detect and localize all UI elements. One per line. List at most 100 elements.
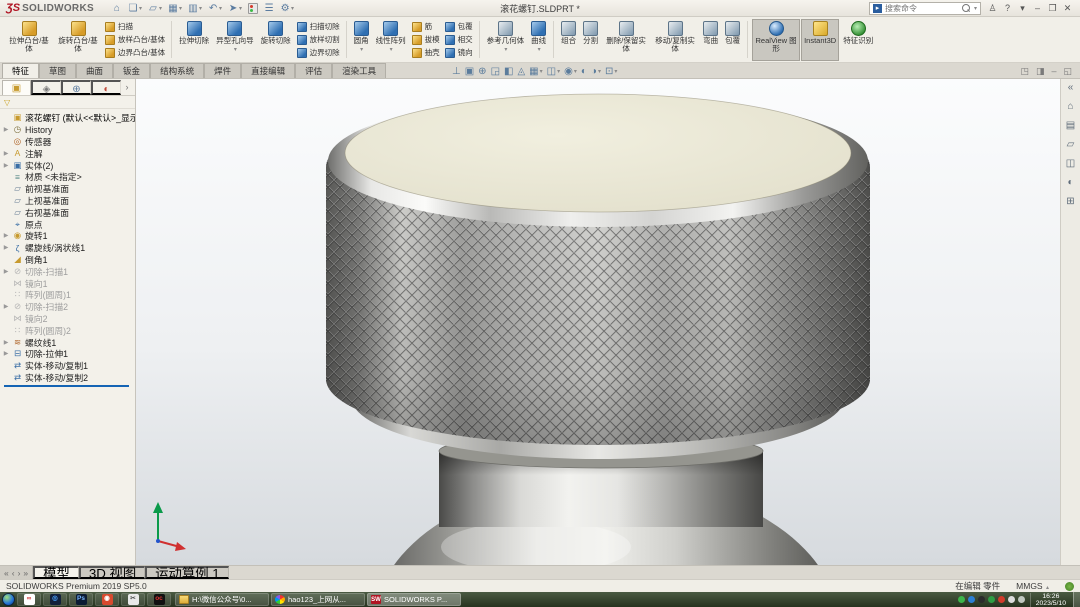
boundary-boss-button[interactable]: 边界凸台/基体 <box>103 47 167 59</box>
tab-scroll-2-button[interactable]: › <box>18 568 21 578</box>
tab-weldments[interactable]: 焊件 <box>204 63 241 78</box>
tray-alert-icon[interactable] <box>998 596 1005 603</box>
photoshop-taskbar-button[interactable]: Ps <box>69 593 93 606</box>
tab-direct-editing[interactable]: 直接编辑 <box>241 63 295 78</box>
tray-volume-icon[interactable] <box>1008 596 1015 603</box>
wrap-button[interactable]: 包覆 <box>443 21 475 33</box>
view-orientation-button[interactable]: ▦▾ <box>529 66 542 77</box>
swept-cut-button[interactable]: 扫描切除 <box>295 21 342 33</box>
dynamic-annotation-views-button[interactable]: ◬ <box>517 66 525 77</box>
knob-top-face[interactable] <box>345 94 851 212</box>
appearances-scenes-tab[interactable]: ◐ <box>1067 177 1073 188</box>
graphics-area[interactable] <box>136 79 1060 565</box>
revolved-boss-button[interactable]: 旋转凸台/基体 <box>54 19 102 61</box>
recognize-features-button[interactable]: 特征识别 <box>840 19 876 61</box>
tree-item-helix-spiral1[interactable]: ▶ζ螺旋线/涡状线1 <box>2 242 135 254</box>
linear-pattern-button[interactable]: 线性阵列▾ <box>373 19 409 61</box>
previous-view-button[interactable]: ◲ <box>491 66 500 77</box>
knurled-knob-model[interactable] <box>136 79 1060 565</box>
command-search[interactable]: ▸ ▾ <box>869 2 981 15</box>
delete-keep-body-button[interactable]: 删除/保留实体 <box>602 19 650 61</box>
solid-bodies-expand-arrow-icon[interactable]: ▶ <box>2 162 10 169</box>
model-tab-model[interactable]: 模型 <box>33 566 79 579</box>
tree-item-front-plane[interactable]: ▱前视基准面 <box>2 183 135 195</box>
units-selector[interactable]: MMGS ▴ <box>1016 581 1049 591</box>
tab-scroll-3-button[interactable]: » <box>23 568 28 578</box>
tree-item-thread1[interactable]: ▶≋螺纹线1 <box>2 336 135 348</box>
propertymanager-tab[interactable]: ◈ <box>31 80 61 95</box>
displaymanager-tab[interactable]: ◐ <box>91 80 121 95</box>
tab-surfaces[interactable]: 曲面 <box>76 63 113 78</box>
print-button[interactable]: ▥▾ <box>186 1 204 16</box>
tree-item-solid-bodies[interactable]: ▶▣实体(2) <box>2 159 135 171</box>
filter-icon[interactable]: ▽ <box>4 98 10 107</box>
cut-sweep2-expand-arrow-icon[interactable]: ▶ <box>2 303 10 310</box>
design-library-tab[interactable]: ▤ <box>1066 120 1075 131</box>
mirror-button[interactable]: 镜向 <box>443 47 475 59</box>
tree-item-cut-extrude1[interactable]: ▶⊟切除-拉伸1 <box>2 348 135 360</box>
pane-fullscreen-icon[interactable]: ◱ <box>1063 66 1072 77</box>
help-button[interactable]: ? <box>1000 1 1015 16</box>
combine-button[interactable]: 组合 <box>558 19 579 61</box>
hide-show-items-button[interactable]: ◉▾ <box>564 66 577 77</box>
intersect-button[interactable]: 相交 <box>443 34 475 46</box>
solidworks-task-button[interactable]: SWSOLIDWORKS P... <box>367 593 461 606</box>
tree-item-revolve1[interactable]: ▶◉旋转1 <box>2 230 135 242</box>
thread1-expand-arrow-icon[interactable]: ▶ <box>2 339 10 346</box>
file-properties-button[interactable]: ☰ <box>262 1 276 16</box>
lofted-cut-button[interactable]: 放样切割 <box>295 34 342 46</box>
instant3d-button[interactable]: Instant3D <box>801 19 839 61</box>
tab-evaluate[interactable]: 评估 <box>295 63 332 78</box>
tab-render-tools[interactable]: 渲染工具 <box>332 63 386 78</box>
extruded-boss-button[interactable]: 拉伸凸台/基体 <box>5 19 53 61</box>
model-tab-motion-study-1[interactable]: 运动算例 1 <box>145 566 228 579</box>
tray-network-icon[interactable] <box>1018 596 1025 603</box>
tree-root-item[interactable]: ▣滚花螺钉 (默认<<默认>_显示状态 1>) <box>2 112 135 124</box>
helix-spiral1-expand-arrow-icon[interactable]: ▶ <box>2 244 10 251</box>
realview-graphics-button[interactable]: RealView 图形 <box>752 19 800 61</box>
folder-task-button[interactable]: H:\微信公众号\0... <box>175 593 269 606</box>
file-explorer-tab[interactable]: ▱ <box>1067 139 1075 150</box>
minimize-button[interactable]: – <box>1030 1 1045 16</box>
hole-wizard-button[interactable]: 异型孔向导▾ <box>213 19 257 61</box>
tree-item-cut-sweep2[interactable]: ▶⊘切除-扫描2 <box>2 301 135 313</box>
start-button[interactable] <box>2 593 15 606</box>
tree-item-sensors[interactable]: ◎传感器 <box>2 136 135 148</box>
lofted-boss-button[interactable]: 放样凸台/基体 <box>103 34 167 46</box>
show-desktop-button[interactable] <box>1073 592 1080 607</box>
login-button[interactable]: ♙ <box>985 1 1000 16</box>
normal-to-button[interactable]: ⊥ <box>452 66 461 77</box>
options-button[interactable]: ⚙▾ <box>278 1 296 16</box>
tree-filter-row[interactable]: ▽ <box>0 96 135 109</box>
rebuild-button[interactable] <box>246 1 260 16</box>
save-button[interactable]: ▦▾ <box>166 1 184 16</box>
wrap-body-button[interactable]: 包覆 <box>722 19 743 61</box>
screenshot-tool-taskbar-button[interactable]: ✂ <box>121 593 145 606</box>
revolve1-expand-arrow-icon[interactable]: ▶ <box>2 232 10 239</box>
tray-qq-icon[interactable] <box>978 596 985 603</box>
tree-item-annotations[interactable]: ▶A注解 <box>2 147 135 159</box>
edit-appearance-button[interactable]: ◐ <box>581 66 587 77</box>
curves-button[interactable]: 曲线▾ <box>528 19 549 61</box>
draft-button[interactable]: 拔模 <box>410 34 442 46</box>
hao123-task-button[interactable]: hao123_上网从... <box>271 593 365 606</box>
rollback-bar[interactable] <box>4 385 129 387</box>
tab-features[interactable]: 特征 <box>2 63 39 78</box>
tree-item-material[interactable]: ≡材质 <未指定> <box>2 171 135 183</box>
cut-sweep1-expand-arrow-icon[interactable]: ▶ <box>2 268 10 275</box>
tree-item-cut-sweep1[interactable]: ▶⊘切除-扫描1 <box>2 265 135 277</box>
tray-antivirus-icon[interactable] <box>988 596 995 603</box>
fillet-button[interactable]: 圆角▾ <box>351 19 372 61</box>
home-button[interactable]: ⌂ <box>110 1 124 16</box>
flex-button[interactable]: 弯曲 <box>700 19 721 61</box>
tree-item-history[interactable]: ▶◷History <box>2 124 135 136</box>
tab-sketch[interactable]: 草图 <box>39 63 76 78</box>
rib-button[interactable]: 筋 <box>410 21 442 33</box>
tab-sheet-metal[interactable]: 钣金 <box>113 63 150 78</box>
pane-tab-icon[interactable]: ◨ <box>1036 66 1045 77</box>
browser-dark-taskbar-button[interactable]: ◎ <box>43 593 67 606</box>
tree-item-chamfer1[interactable]: ◢倒角1 <box>2 254 135 266</box>
pane-split-icon[interactable]: ◳ <box>1020 66 1029 77</box>
tab-structure-system[interactable]: 结构系统 <box>150 63 204 78</box>
taskbar-clock[interactable]: 16:26 2023/5/10 <box>1030 593 1071 607</box>
